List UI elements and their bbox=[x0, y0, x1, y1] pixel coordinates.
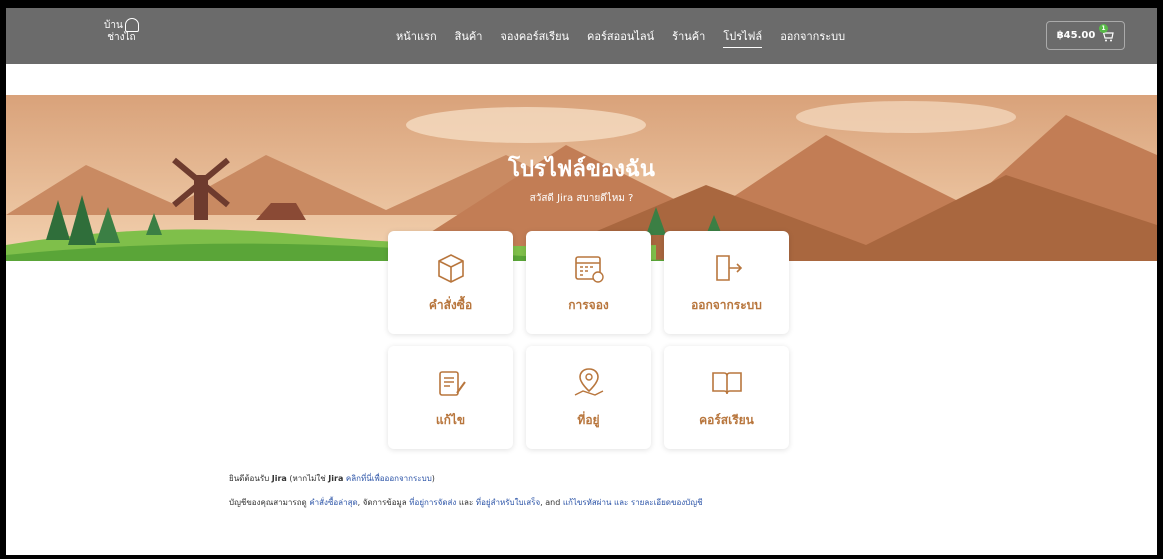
welcome-user2: Jira bbox=[328, 474, 344, 483]
account-prefix: บัญชีของคุณสามารถดู bbox=[229, 498, 307, 507]
welcome-paren-close: ) bbox=[431, 474, 435, 483]
card-bookings[interactable]: การจอง bbox=[526, 231, 651, 334]
page-title: โปรไฟล์ของฉัน bbox=[508, 157, 655, 182]
welcome-paren-open: (หากไม่ใช่ bbox=[289, 474, 326, 483]
card-logout[interactable]: ออกจากระบบ bbox=[664, 231, 789, 334]
cart-count-badge: 1 bbox=[1099, 24, 1108, 33]
card-edit[interactable]: แก้ไข bbox=[388, 346, 513, 449]
card-label: แก้ไข bbox=[435, 413, 466, 427]
calendar-icon bbox=[574, 256, 604, 283]
page-frame: บ้าน ช่างไถ หน้าแรก สินค้า จองคอร์สเรียน… bbox=[6, 8, 1157, 555]
nav-book-course[interactable]: จองคอร์สเรียน bbox=[500, 25, 569, 47]
nav-online-course[interactable]: คอร์สออนไลน์ bbox=[587, 25, 654, 47]
card-label: การจอง bbox=[568, 298, 609, 312]
nav-home[interactable]: หน้าแรก bbox=[396, 25, 437, 47]
card-label: ออกจากระบบ bbox=[691, 298, 762, 312]
card-label: ที่อยู่ bbox=[577, 413, 600, 427]
card-label: คำสั่งซื้อ bbox=[428, 298, 473, 312]
edit-account-link[interactable]: แก้ไขรหัสผ่าน และ รายละเอียดของบัญชี bbox=[563, 498, 703, 507]
logout-link[interactable]: คลิกที่นี่เพื่อออกจากระบบ bbox=[346, 474, 432, 483]
book-icon bbox=[711, 372, 742, 395]
account-text2: และ bbox=[458, 498, 474, 507]
site-logo[interactable]: บ้าน ช่างไถ bbox=[104, 18, 139, 44]
card-address[interactable]: ที่อยู่ bbox=[526, 346, 651, 449]
welcome-user: Jira bbox=[271, 474, 287, 483]
logo-line2: ช่างไถ bbox=[107, 32, 136, 43]
map-pin-icon bbox=[574, 368, 603, 396]
welcome-message: ยินดีต้อนรับ Jira (หากไม่ใช่ Jira คลิกที… bbox=[229, 472, 435, 485]
box-icon bbox=[437, 254, 464, 283]
nav-shop[interactable]: ร้านค้า bbox=[672, 25, 705, 47]
cart-button[interactable]: ฿45.00 1 bbox=[1046, 21, 1125, 50]
nav-products[interactable]: สินค้า bbox=[455, 25, 483, 47]
logo-house-icon bbox=[124, 18, 139, 32]
recent-orders-link[interactable]: คำสั่งซื้อล่าสุด bbox=[309, 498, 357, 507]
edit-icon bbox=[438, 371, 466, 396]
cart-amount: ฿45.00 bbox=[1056, 30, 1096, 41]
shipping-address-link[interactable]: ที่อยู่การจัดส่ง bbox=[409, 498, 456, 507]
logout-icon bbox=[715, 255, 742, 281]
nav-profile[interactable]: โปรไฟล์ bbox=[723, 25, 763, 48]
nav-logout[interactable]: ออกจากระบบ bbox=[780, 25, 845, 47]
billing-address-link[interactable]: ที่อยู่สำหรับใบเสร็จ bbox=[476, 498, 540, 507]
card-courses[interactable]: คอร์สเรียน bbox=[664, 346, 789, 449]
account-text1: , จัดการข้อมูล bbox=[357, 498, 407, 507]
account-summary: บัญชีของคุณสามารถดู คำสั่งซื้อล่าสุด, จั… bbox=[229, 496, 703, 509]
top-navigation-bar: บ้าน ช่างไถ หน้าแรก สินค้า จองคอร์สเรียน… bbox=[6, 8, 1157, 64]
card-orders[interactable]: คำสั่งซื้อ bbox=[388, 231, 513, 334]
welcome-prefix: ยินดีต้อนรับ bbox=[229, 474, 270, 483]
account-text3: , and bbox=[540, 498, 561, 507]
logo-line1: บ้าน bbox=[104, 20, 123, 31]
card-label: คอร์สเรียน bbox=[699, 413, 754, 427]
main-nav: หน้าแรก สินค้า จองคอร์สเรียน คอร์สออนไลน… bbox=[396, 8, 845, 64]
greeting-subtitle: สวัสดี Jira สบายดีไหม ? bbox=[529, 193, 634, 204]
